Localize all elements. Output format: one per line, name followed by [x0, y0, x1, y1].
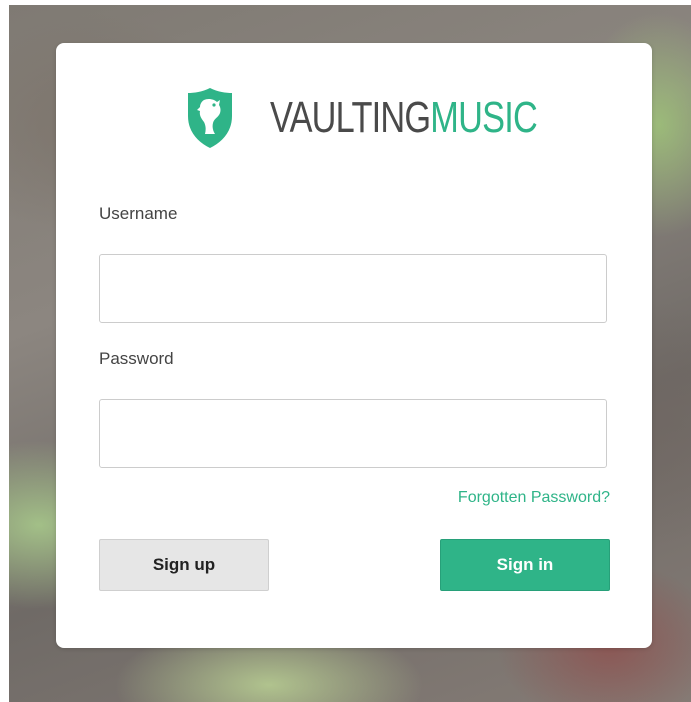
brand-name-part2: MUSIC	[430, 93, 537, 142]
login-card: VAULTINGMUSIC Username Password Forgotte…	[56, 43, 652, 648]
shield-horse-icon	[188, 88, 232, 148]
brand-name-part1: VAULTING	[270, 93, 431, 142]
logo: VAULTINGMUSIC	[186, 83, 612, 153]
forgot-password-link[interactable]: Forgotten Password?	[458, 489, 610, 507]
username-input[interactable]	[99, 254, 607, 323]
password-input[interactable]	[99, 399, 607, 468]
sign-in-button[interactable]: Sign in	[440, 539, 610, 591]
sign-up-button[interactable]: Sign up	[99, 539, 269, 591]
brand-name: VAULTINGMUSIC	[270, 93, 538, 143]
background-photo: VAULTINGMUSIC Username Password Forgotte…	[9, 5, 691, 702]
password-label: Password	[99, 349, 174, 368]
username-label: Username	[99, 204, 178, 223]
